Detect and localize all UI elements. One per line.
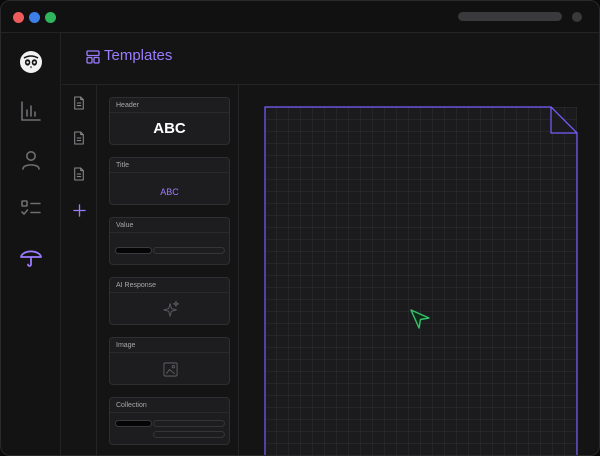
card-label: Value bbox=[116, 222, 134, 229]
plus-icon bbox=[72, 203, 86, 217]
card-divider bbox=[110, 112, 229, 113]
checklist-icon[interactable] bbox=[18, 196, 44, 222]
window-menu-button[interactable] bbox=[572, 12, 582, 22]
umbrella-icon[interactable] bbox=[18, 244, 44, 270]
document-icon[interactable] bbox=[71, 95, 87, 111]
minimize-window-button[interactable] bbox=[29, 12, 40, 23]
palette-card-image[interactable]: Image bbox=[109, 337, 230, 385]
app-window: Templates Header ABC Title ABC Value AI … bbox=[0, 0, 600, 456]
value-bar-filled bbox=[115, 247, 152, 254]
palette-card-title[interactable]: Title ABC bbox=[109, 157, 230, 205]
card-label: Title bbox=[116, 162, 129, 169]
documents-list bbox=[62, 85, 97, 455]
collection-bar-empty bbox=[153, 420, 225, 427]
page-header: Templates bbox=[62, 33, 599, 85]
address-bar[interactable] bbox=[458, 12, 562, 21]
card-preview-text: ABC bbox=[160, 187, 179, 197]
card-divider bbox=[110, 292, 229, 293]
palette-card-ai-response[interactable]: AI Response bbox=[109, 277, 230, 325]
document-icon[interactable] bbox=[71, 166, 87, 182]
palette-card-value[interactable]: Value bbox=[109, 217, 230, 265]
title-bar bbox=[1, 1, 599, 33]
card-label: Header bbox=[116, 102, 139, 109]
card-divider bbox=[110, 232, 229, 233]
canvas-area bbox=[240, 85, 599, 455]
card-divider bbox=[110, 412, 229, 413]
image-icon bbox=[163, 362, 178, 382]
bar-chart-icon[interactable] bbox=[18, 98, 44, 124]
card-label: AI Response bbox=[116, 282, 157, 289]
card-label: Collection bbox=[116, 402, 147, 409]
sheet-outline bbox=[264, 106, 578, 455]
cursor-arrow-icon bbox=[408, 307, 432, 331]
value-bar-empty bbox=[153, 247, 225, 254]
component-palette: Header ABC Title ABC Value AI Response I… bbox=[97, 85, 239, 455]
user-icon[interactable] bbox=[18, 147, 44, 173]
document-icon[interactable] bbox=[71, 130, 87, 146]
card-preview-text: ABC bbox=[153, 120, 186, 137]
maximize-window-button[interactable] bbox=[45, 12, 56, 23]
card-divider bbox=[110, 172, 229, 173]
owl-logo-icon[interactable] bbox=[18, 49, 44, 75]
layout-icon bbox=[86, 50, 100, 64]
page-title: Templates bbox=[104, 47, 173, 64]
collection-bar-filled bbox=[115, 420, 152, 427]
sidebar-rail bbox=[1, 33, 61, 455]
card-divider bbox=[110, 352, 229, 353]
palette-card-header[interactable]: Header ABC bbox=[109, 97, 230, 145]
card-label: Image bbox=[116, 342, 136, 349]
sparkle-icon bbox=[162, 300, 180, 323]
collection-bar-empty bbox=[153, 431, 225, 438]
add-document-button[interactable] bbox=[71, 202, 87, 218]
palette-card-collection[interactable]: Collection bbox=[109, 397, 230, 445]
close-window-button[interactable] bbox=[13, 12, 24, 23]
